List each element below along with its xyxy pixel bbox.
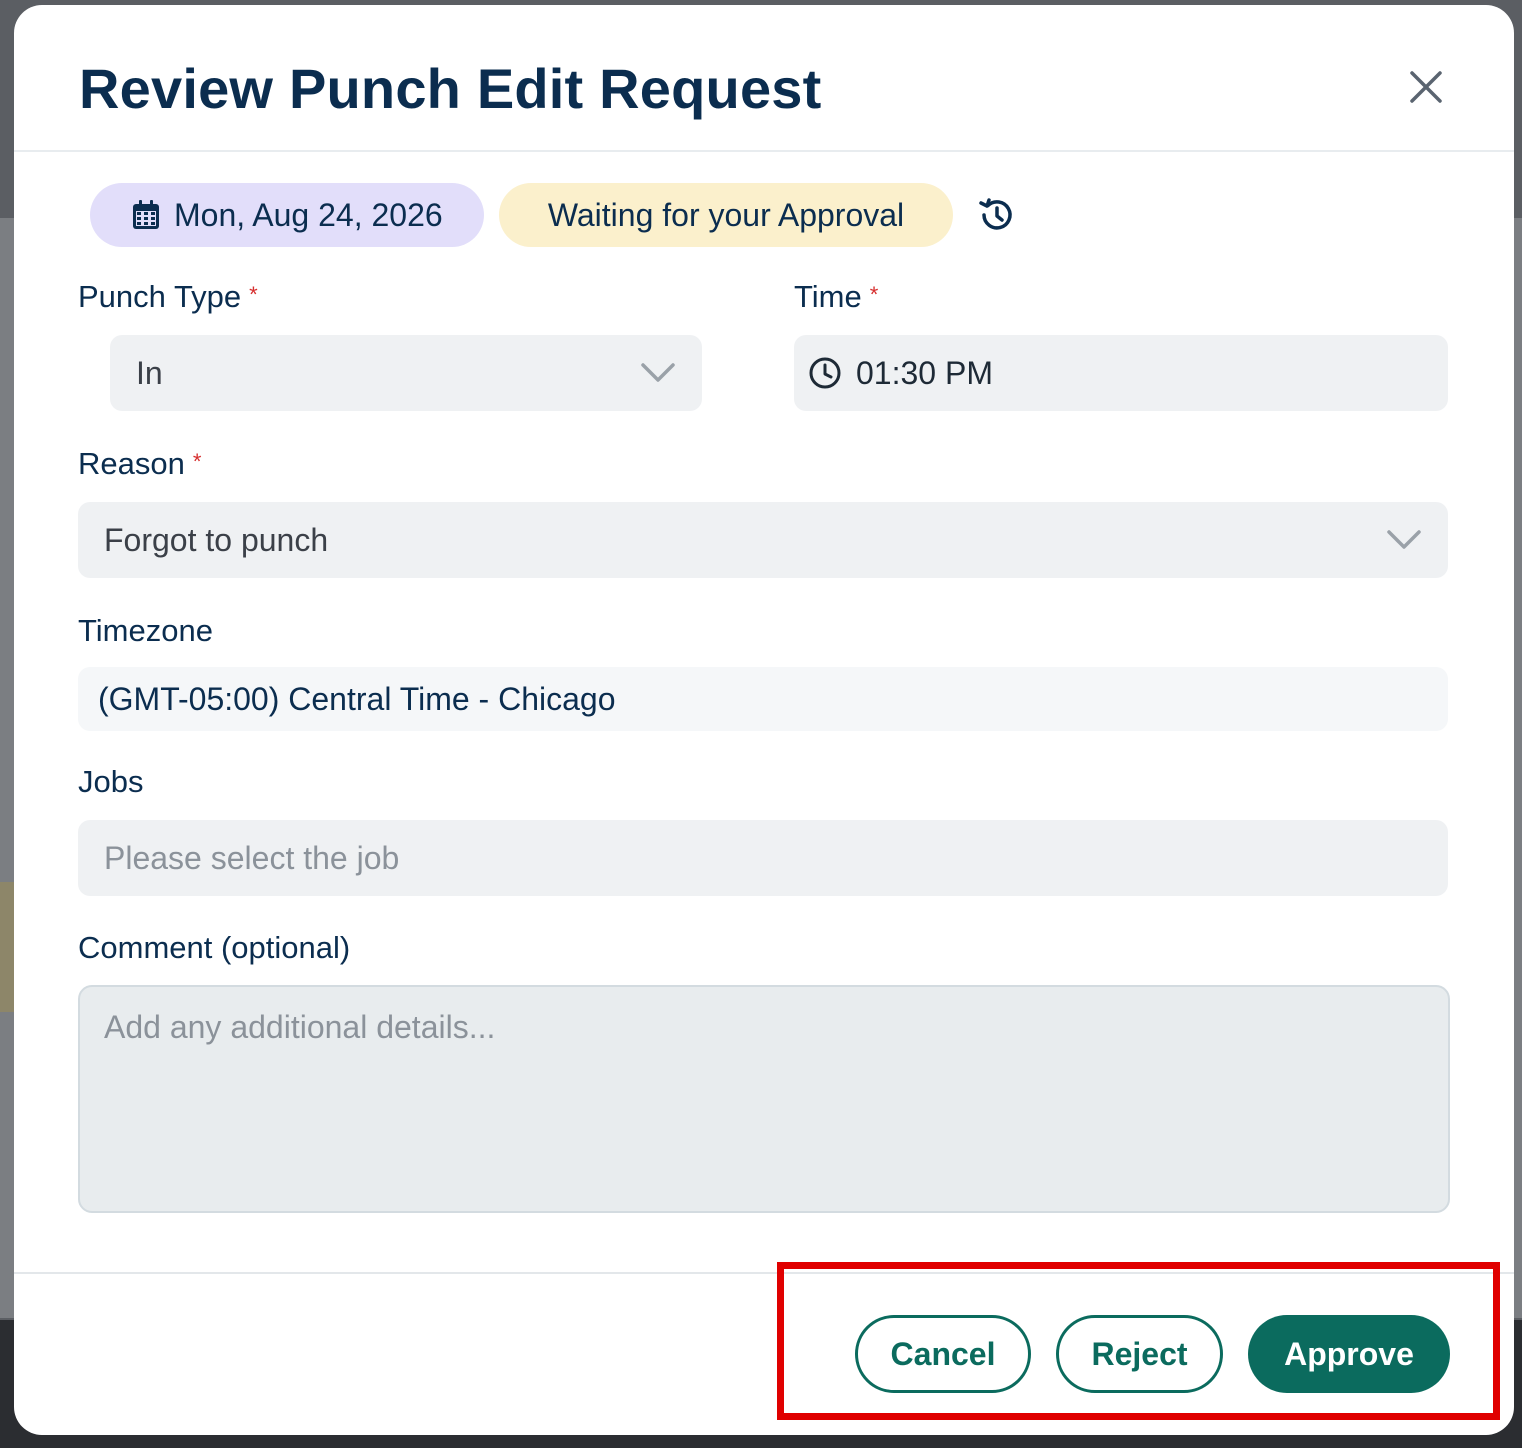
required-mark: * (249, 282, 258, 307)
required-mark: * (192, 449, 202, 474)
timezone-label: Timezone (78, 613, 213, 648)
footer-divider (14, 1272, 1514, 1274)
modal-header: Review Punch Edit Request (14, 5, 1514, 152)
cancel-button[interactable]: Cancel (855, 1315, 1031, 1393)
jobs-label: Jobs (78, 764, 144, 799)
status-text: Waiting for your Approval (547, 196, 905, 233)
reason-value: Forgot to punch (104, 521, 329, 558)
modal-title: Review Punch Edit Request (79, 57, 822, 120)
close-button[interactable] (1406, 67, 1446, 107)
status-badge: Waiting for your Approval (499, 183, 953, 247)
background-strip-right (1514, 218, 1522, 1318)
reason-label: Reason * (78, 446, 201, 482)
punch-type-select[interactable]: In (110, 335, 702, 411)
comment-placeholder: Add any additional details... (104, 1009, 496, 1045)
comment-label: Comment (optional) (78, 930, 351, 965)
time-value: 01:30 PM (856, 354, 993, 391)
reason-select[interactable]: Forgot to punch (78, 502, 1448, 578)
jobs-select[interactable]: Please select the job (78, 820, 1448, 896)
approve-button[interactable]: Approve (1248, 1315, 1450, 1393)
punch-type-label: Punch Type * (78, 279, 258, 315)
time-label-text: Time (794, 279, 862, 314)
reason-label-text: Reason (78, 446, 185, 481)
punch-type-label-text: Punch Type (78, 279, 242, 314)
background-strip-left (0, 218, 14, 1318)
jobs-placeholder: Please select the job (104, 839, 400, 876)
required-mark: * (869, 282, 879, 307)
date-text: Mon, Aug 24, 2026 (174, 196, 443, 233)
chevron-down-icon (641, 363, 675, 382)
reject-button[interactable]: Reject (1056, 1315, 1223, 1393)
time-input[interactable]: 01:30 PM (794, 335, 1448, 411)
punch-type-value: In (136, 354, 163, 391)
timezone-value: (GMT-05:00) Central Time - Chicago (98, 680, 616, 717)
history-button[interactable] (976, 195, 1016, 235)
date-chip: Mon, Aug 24, 2026 (90, 183, 484, 247)
comment-textarea[interactable]: Add any additional details... (78, 985, 1450, 1213)
history-icon (979, 198, 1012, 230)
review-punch-edit-modal: Review Punch Edit Request Mon, Aug 24, 2… (14, 5, 1514, 1435)
clock-icon (809, 357, 841, 389)
time-label: Time * (794, 279, 878, 315)
calendar-icon (133, 200, 159, 229)
background-highlight-strip (0, 882, 14, 1012)
timezone-value-field: (GMT-05:00) Central Time - Chicago (78, 667, 1448, 731)
close-icon (1410, 71, 1442, 103)
chevron-down-icon (1387, 530, 1421, 549)
